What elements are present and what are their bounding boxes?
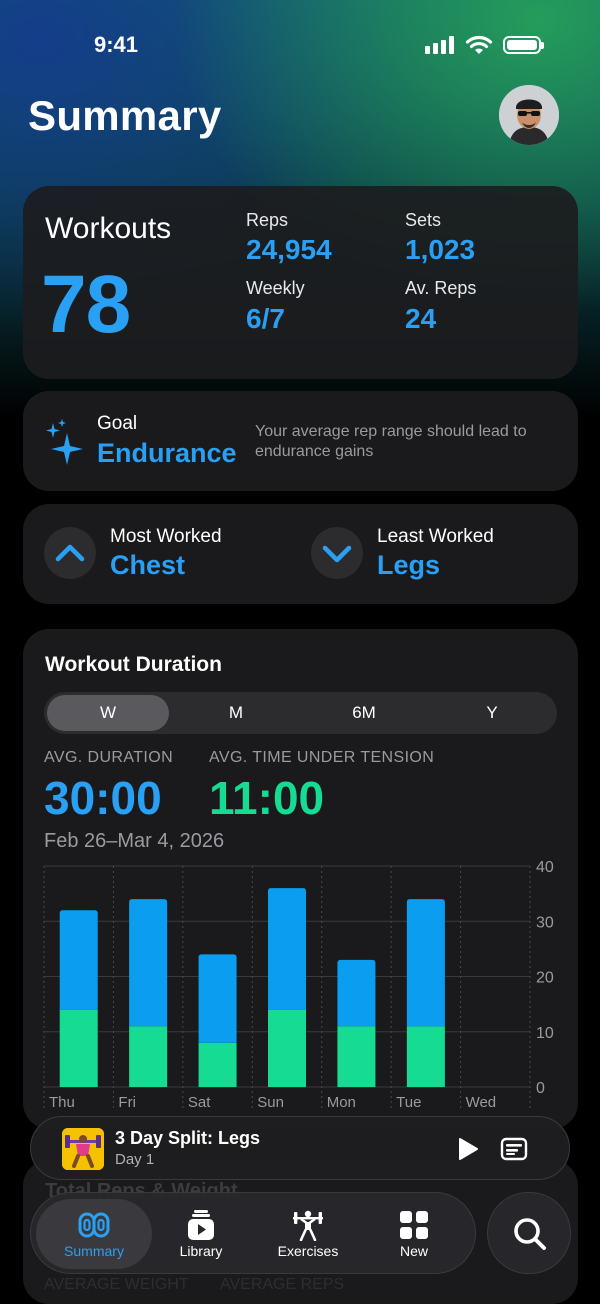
x-tick-label: Mon xyxy=(327,1094,356,1111)
tab-summary[interactable]: Summary xyxy=(36,1199,152,1269)
most-worked-value: Chest xyxy=(110,550,186,580)
memoji-avatar-icon xyxy=(499,85,559,145)
chevron-up-icon xyxy=(44,527,96,579)
weightlifter-icon xyxy=(293,1210,323,1241)
weekly-value: 6/7 xyxy=(246,303,285,334)
workout-artwork xyxy=(62,1128,104,1170)
tab-exercises-label: Exercises xyxy=(277,1243,339,1259)
tab-exercises[interactable]: Exercises xyxy=(250,1199,366,1269)
sets-label: Sets xyxy=(405,210,442,230)
bar-segment-total xyxy=(129,899,168,1027)
bar-segment-total xyxy=(268,888,306,1010)
workout-card-icon[interactable] xyxy=(500,1136,528,1162)
bar-segment-tension xyxy=(129,1026,168,1087)
tab-summary-label: Summary xyxy=(64,1243,124,1259)
bar-segment-total xyxy=(59,910,98,1010)
x-tick-label: Wed xyxy=(466,1094,497,1111)
tab-bar: Summary Library Exercises New xyxy=(30,1192,476,1274)
goal-description: Your average rep range should lead to en… xyxy=(255,423,527,460)
now-playing-subtitle: Day 1 xyxy=(115,1151,155,1168)
bar-segment-tension xyxy=(406,1026,445,1087)
y-tick-label: 30 xyxy=(536,914,554,931)
sparkles-icon xyxy=(46,419,83,465)
tab-library[interactable]: Library xyxy=(143,1199,259,1269)
x-tick-label: Sat xyxy=(188,1094,211,1111)
muscle-worked-card[interactable]: Most Worked Chest Least Worked Legs xyxy=(23,504,578,604)
bar-segment-tension xyxy=(198,1042,237,1087)
goal-label: Goal xyxy=(97,413,138,434)
duration-bar-chart: 0 10 20 30 40 Thu Fri Sat Sun Mon Tue Wed xyxy=(43,859,554,1111)
summary-rings-icon xyxy=(78,1212,110,1238)
play-icon[interactable] xyxy=(457,1137,479,1161)
search-button[interactable] xyxy=(487,1192,571,1274)
grid-icon xyxy=(400,1211,428,1239)
weekly-label: Weekly xyxy=(246,278,305,298)
x-tick-label: Sun xyxy=(257,1094,284,1111)
library-icon xyxy=(188,1210,214,1240)
bar-segment-tension xyxy=(337,1026,376,1087)
average-weight-label: AVERAGE WEIGHT xyxy=(44,1276,189,1293)
workout-duration-card: Workout Duration W M 6M Y AVG. DURATION … xyxy=(23,629,578,1129)
search-icon xyxy=(514,1218,546,1250)
now-playing-bar[interactable]: 3 Day Split: Legs Day 1 xyxy=(30,1116,570,1180)
goal-card[interactable]: Goal Endurance Your average rep range sh… xyxy=(23,391,578,491)
x-tick-label: Tue xyxy=(396,1094,421,1111)
average-reps-label: AVERAGE REPS xyxy=(220,1276,345,1293)
sets-value: 1,023 xyxy=(405,234,476,265)
wifi-icon xyxy=(465,35,493,54)
status-bar: 9:41 xyxy=(0,30,600,60)
tab-new-label: New xyxy=(399,1243,428,1259)
y-tick-label: 0 xyxy=(536,1080,545,1097)
avg-reps-label: Av. Reps xyxy=(405,278,477,298)
y-tick-label: 20 xyxy=(536,970,554,987)
workouts-label: Workouts xyxy=(45,212,172,245)
reps-label: Reps xyxy=(246,210,289,230)
bar-segment-total xyxy=(406,899,445,1027)
workouts-count: 78 xyxy=(41,259,131,350)
tab-new[interactable]: New xyxy=(356,1199,472,1269)
bar-segment-tension xyxy=(268,1009,306,1087)
x-tick-label: Thu xyxy=(49,1094,75,1111)
page-title: Summary xyxy=(28,92,222,139)
bar-segment-tension xyxy=(59,1009,98,1087)
least-worked-value: Legs xyxy=(377,550,441,580)
workouts-summary-card[interactable]: Workouts 78 Reps 24,954 Sets 1,023 Weekl… xyxy=(23,186,578,379)
bar-segment-total xyxy=(198,954,237,1043)
avatar[interactable] xyxy=(499,85,559,145)
goal-value: Endurance xyxy=(97,438,237,468)
least-worked-label: Least Worked xyxy=(377,526,494,547)
bar-segment-total xyxy=(337,959,376,1027)
y-tick-label: 40 xyxy=(536,859,554,876)
avg-reps-value: 24 xyxy=(405,303,437,334)
y-tick-label: 10 xyxy=(536,1025,554,1042)
weightlifter-artwork-icon xyxy=(62,1128,104,1170)
tab-library-label: Library xyxy=(179,1243,223,1259)
battery-icon xyxy=(503,36,544,54)
most-worked-label: Most Worked xyxy=(110,526,222,547)
reps-value: 24,954 xyxy=(246,234,332,265)
chevron-down-icon xyxy=(311,527,363,579)
now-playing-title: 3 Day Split: Legs xyxy=(115,1128,261,1148)
x-tick-label: Fri xyxy=(118,1094,136,1111)
cellular-signal-icon xyxy=(425,36,454,54)
status-time: 9:41 xyxy=(94,32,139,57)
